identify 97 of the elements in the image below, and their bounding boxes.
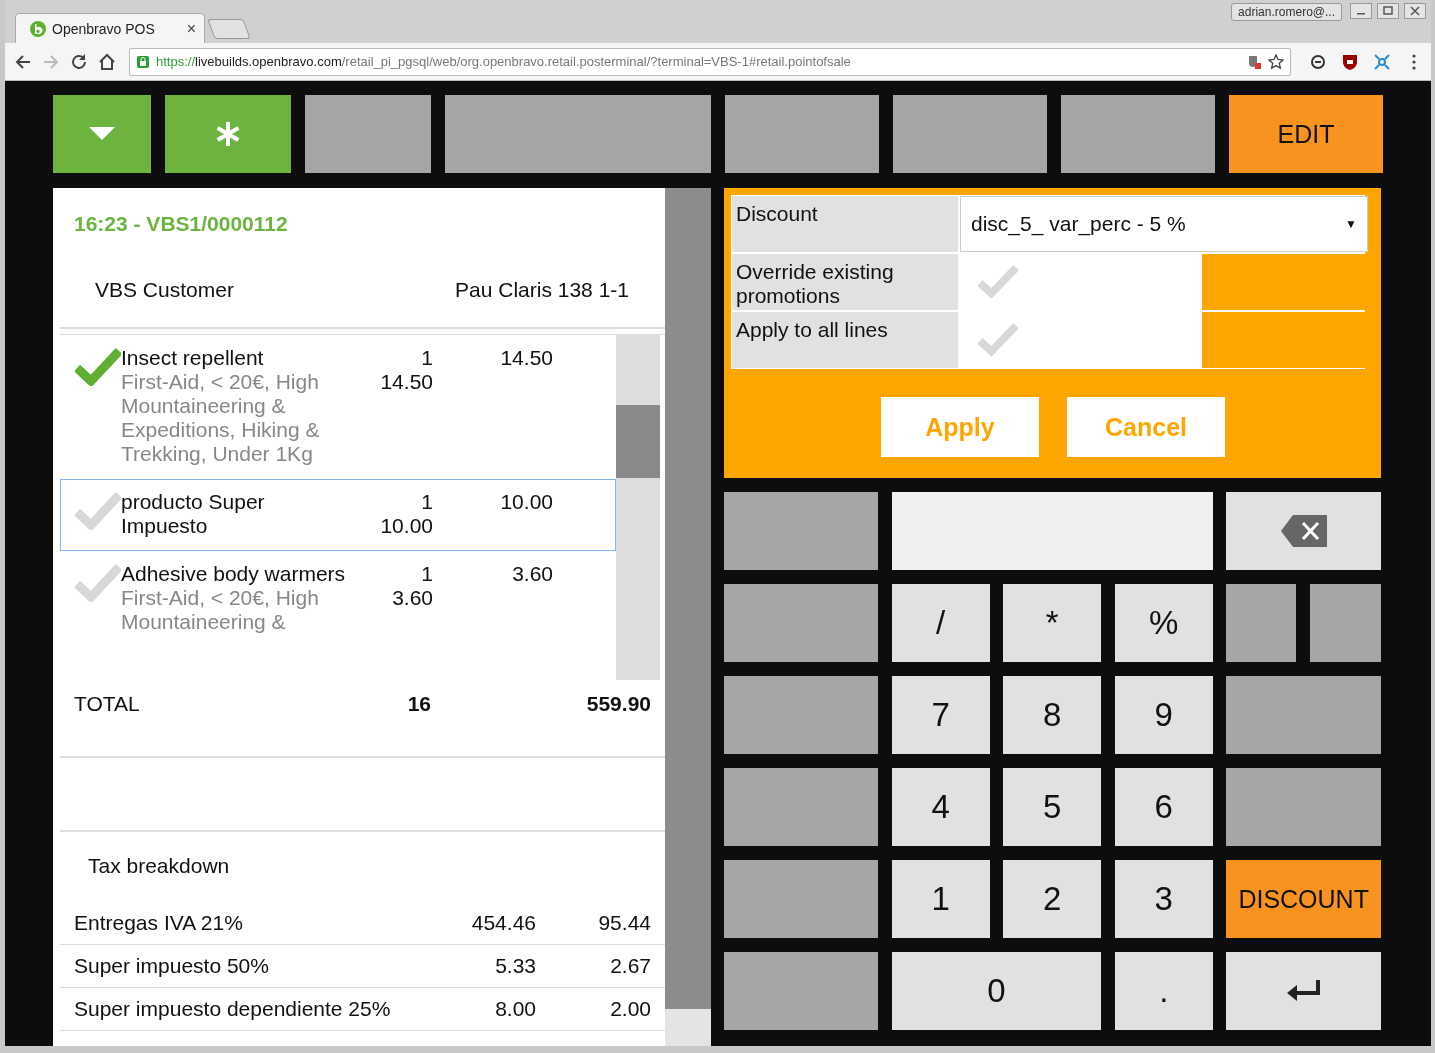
keypad-button[interactable] xyxy=(724,860,878,938)
new-button[interactable] xyxy=(165,95,291,173)
tax-base: 454.46 xyxy=(470,911,536,935)
keypad-button[interactable] xyxy=(724,768,878,846)
keypad-button[interactable] xyxy=(724,952,878,1030)
discount-label: Discount xyxy=(732,196,958,252)
keypad-button[interactable] xyxy=(724,584,878,662)
close-icon[interactable] xyxy=(1404,3,1426,19)
product-name: Adhesive body warmers xyxy=(121,562,346,586)
line-total: 3.60 xyxy=(512,562,553,585)
new-tab-button[interactable] xyxy=(207,19,251,39)
unit-price: 14.50 xyxy=(380,370,433,394)
total-label: TOTAL xyxy=(74,692,141,717)
tax-base: 5.33 xyxy=(494,954,536,978)
keypad-input-field[interactable] xyxy=(891,492,1213,570)
keypad-key[interactable]: . xyxy=(1114,952,1213,1030)
asterisk-icon xyxy=(215,121,241,147)
keypad-key[interactable]: 0 xyxy=(891,952,1102,1030)
keypad-key[interactable]: 5 xyxy=(1003,768,1102,846)
keypad-key[interactable]: 2 xyxy=(1003,860,1102,938)
toolbar-button[interactable] xyxy=(305,95,431,173)
keypad-button[interactable] xyxy=(1226,584,1297,662)
product-name: Insect repellent xyxy=(121,346,265,370)
keypad-button[interactable] xyxy=(1309,584,1381,662)
customer-button[interactable]: VBS Customer xyxy=(95,278,234,327)
product-categories: First-Aid, < 20€, High Mountaineering & Expeditions, Hiking & Trekking, Under 1Kg xyxy=(121,370,321,466)
product-name: producto Super Impuesto xyxy=(121,490,266,538)
option-label: Override existing promotions xyxy=(732,254,958,310)
line-total: 10.00 xyxy=(500,490,553,513)
discount-button[interactable]: DISCOUNT xyxy=(1226,860,1381,938)
keypad-key[interactable]: 8 xyxy=(1003,676,1102,754)
star-icon[interactable] xyxy=(1268,53,1284,70)
keypad-button[interactable] xyxy=(724,492,878,570)
enter-icon xyxy=(1286,980,1321,1002)
keypad-key[interactable]: 6 xyxy=(1114,768,1213,846)
keypad-button[interactable] xyxy=(724,676,878,754)
tax-amount: 2.00 xyxy=(609,997,651,1021)
unit-price: 3.60 xyxy=(392,586,433,610)
enter-button[interactable] xyxy=(1226,952,1381,1030)
keypad-key[interactable]: 7 xyxy=(891,676,990,754)
network-icon[interactable] xyxy=(1373,52,1391,71)
toolbar-button[interactable] xyxy=(725,95,879,173)
toolbar-button[interactable] xyxy=(893,95,1047,173)
backspace-icon xyxy=(1280,515,1327,547)
profile-button[interactable]: adrian.romero@... xyxy=(1231,3,1342,21)
close-icon[interactable]: × xyxy=(186,19,196,38)
quantity: 1 xyxy=(421,490,433,514)
minimize-icon[interactable] xyxy=(1350,3,1372,19)
option-label: Apply to all lines xyxy=(732,312,958,368)
quantity: 1 xyxy=(421,562,433,586)
ticket-title: 16:23 - VBS1/0000112 xyxy=(73,211,289,237)
keypad-key[interactable]: 4 xyxy=(891,768,990,846)
browser-tab[interactable]: Openbravo POS × xyxy=(15,13,205,43)
keypad-key[interactable]: / xyxy=(891,584,990,662)
total-amount: 559.90 xyxy=(585,692,651,717)
unit-price: 10.00 xyxy=(380,514,433,538)
address-bar[interactable]: https://livebuilds.openbravo.com/retail_pi_pgsql/web/org.openbravo.retail.posterminal/?terminal=VBS-1#retail.pointofsale xyxy=(129,47,1291,76)
tax-name: Super impuesto dependiente 25% xyxy=(74,997,392,1021)
tax-name: Super impuesto 50% xyxy=(74,954,270,978)
line-total: 14.50 xyxy=(500,346,553,369)
total-quantity: 16 xyxy=(406,692,431,717)
tax-base: 8.00 xyxy=(494,997,536,1021)
edit-button[interactable]: EDIT xyxy=(1229,95,1383,173)
scrollbar[interactable] xyxy=(616,335,660,680)
shield-icon[interactable] xyxy=(1341,52,1359,71)
logo-icon xyxy=(30,20,46,37)
keypad-key[interactable]: 3 xyxy=(1114,860,1213,938)
caret-icon xyxy=(89,127,115,141)
maximize-icon[interactable] xyxy=(1377,3,1399,19)
tax-breakdown-title: Tax breakdown xyxy=(87,853,231,879)
keypad-key[interactable]: 9 xyxy=(1114,676,1213,754)
tax-amount: 95.44 xyxy=(597,911,651,935)
backspace-button[interactable] xyxy=(1226,492,1381,570)
keypad-key[interactable]: % xyxy=(1114,584,1213,662)
tax-name: Entregas IVA 21% xyxy=(74,911,244,935)
lock-icon xyxy=(136,54,150,69)
toolbar-button[interactable] xyxy=(1061,95,1215,173)
order-line[interactable]: Adhesive body warmers First-Aid, < 20€, High Mountaineering & 1 3.60 3.60 xyxy=(60,551,616,647)
tax-amount: 2.67 xyxy=(609,954,651,978)
shield-icon[interactable] xyxy=(1246,53,1262,70)
url-text: https://livebuilds.openbravo.com/retail_pi_pgsql/web/org.openbravo.retail.posterminal/?terminal=VBS-1#retail.pointofsale xyxy=(156,54,851,69)
discount-dropdown[interactable]: disc_5_ var_perc - 5 % ▼ xyxy=(960,196,1368,252)
product-categories: First-Aid, < 20€, High Mountaineering & xyxy=(121,586,320,634)
quantity: 1 xyxy=(421,346,433,370)
toolbar-button[interactable] xyxy=(445,95,711,173)
order-line[interactable]: Insect repellent First-Aid, < 20€, High Mountaineering & Expeditions, Hiking & Trekking, Under 1Kg 1 14.50 14.50 xyxy=(60,335,616,479)
keypad-button[interactable] xyxy=(1226,676,1381,754)
keypad-key[interactable]: 1 xyxy=(891,860,990,938)
scrollbar[interactable] xyxy=(665,188,711,1046)
address-button[interactable]: Pau Claris 138 1-1 xyxy=(455,278,629,327)
menu-button[interactable] xyxy=(53,95,151,173)
tab-title: Openbravo POS xyxy=(52,20,156,37)
checkbox[interactable] xyxy=(976,320,1020,358)
keypad-button[interactable] xyxy=(1226,768,1381,846)
home-icon[interactable] xyxy=(97,51,117,72)
keypad-key[interactable]: * xyxy=(1003,584,1102,662)
checkbox[interactable] xyxy=(976,262,1020,300)
